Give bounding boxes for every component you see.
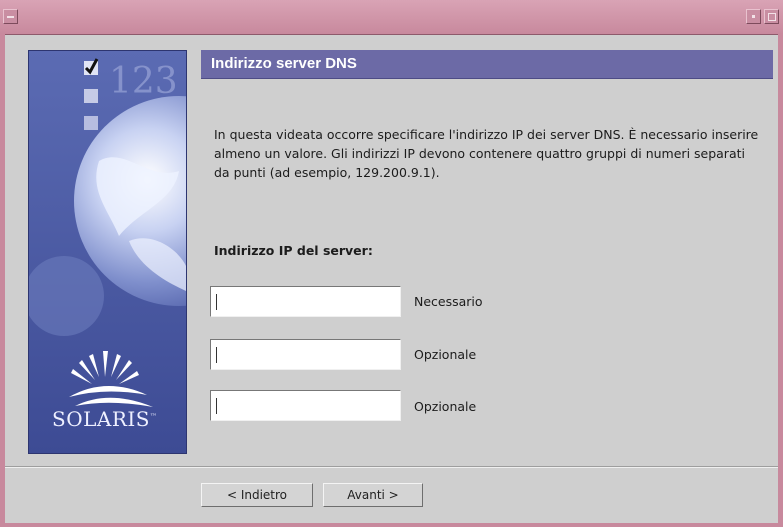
button-separator [5, 466, 778, 468]
side-artwork: 123 [29, 51, 186, 453]
intro-description: In questa videata occorre specificare l'… [214, 127, 759, 180]
next-button[interactable]: Avanti > [323, 483, 423, 507]
page-header: Indirizzo server DNS [201, 50, 773, 79]
back-button[interactable]: < Indietro [201, 483, 313, 507]
window-frame-left [0, 34, 5, 527]
server-ip-input-1[interactable] [210, 286, 401, 317]
text-caret [216, 294, 217, 310]
optional-note: Opzionale [414, 399, 477, 414]
empty-box-icon [84, 89, 98, 103]
step-numbers: 123 [109, 61, 178, 102]
solaris-wordmark: SOLARIS [52, 407, 150, 431]
server-ip-input-2[interactable] [210, 339, 401, 370]
server-ip-label: Indirizzo IP del server: [214, 243, 373, 258]
empty-box-icon [84, 116, 98, 130]
installer-window: 123 SOLARIS™ Indirizzo server DNS In que… [0, 0, 783, 527]
text-caret [216, 398, 217, 414]
window-frame-right [778, 34, 783, 527]
minimize-icon[interactable] [746, 9, 761, 24]
window-menu-icon[interactable] [3, 9, 18, 24]
required-note: Necessario [414, 294, 483, 309]
solaris-logo-text: SOLARIS™ [52, 407, 158, 431]
optional-note: Opzionale [414, 347, 477, 362]
solaris-side-image: 123 SOLARIS™ [28, 50, 187, 454]
server-ip-input-3[interactable] [210, 390, 401, 421]
text-caret [216, 347, 217, 363]
maximize-icon[interactable] [764, 9, 779, 24]
page-title: Indirizzo server DNS [211, 55, 357, 72]
window-frame-bottom [0, 523, 783, 527]
window-titlebar[interactable] [0, 0, 783, 35]
